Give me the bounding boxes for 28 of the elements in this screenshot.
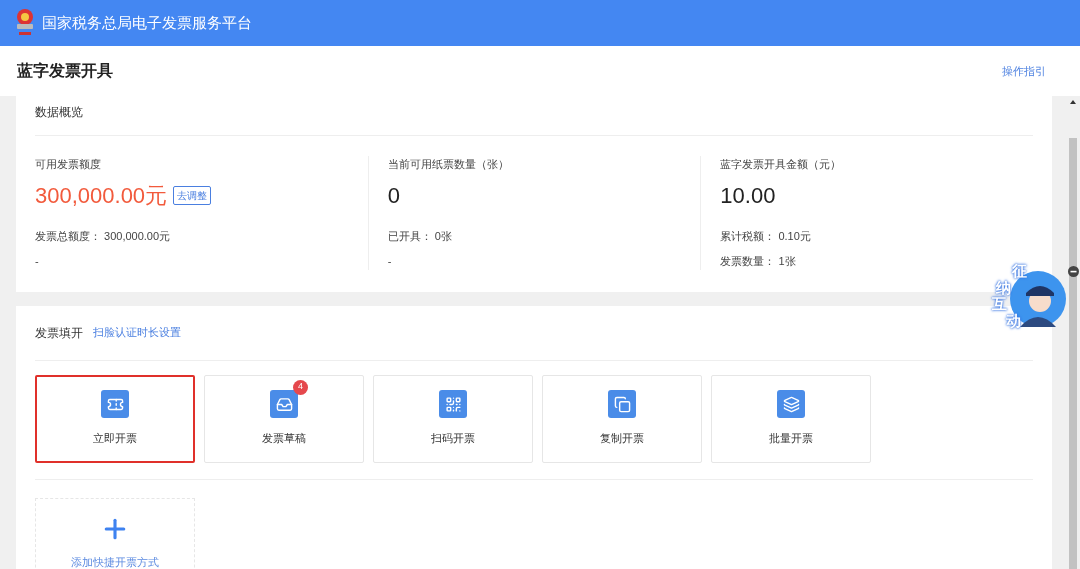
add-shortcut-tile[interactable]: 添加快捷开票方式 bbox=[35, 497, 195, 569]
quick-action-tile[interactable]: 立即开票 bbox=[35, 374, 195, 463]
quick-action-tile[interactable]: 扫码开票 bbox=[373, 374, 533, 463]
stat-detail: 发票总额度： 300,000.00元 bbox=[35, 228, 172, 244]
quick-action-tile[interactable]: 4 发票草稿 bbox=[204, 374, 364, 463]
stat-label: 可用发票额度 bbox=[35, 157, 102, 172]
quick-action-tile[interactable]: 批量开票 bbox=[711, 374, 871, 463]
assistant-widget[interactable]: 征纳互动 bbox=[988, 265, 1068, 341]
stat-value: 10.00 bbox=[720, 181, 776, 210]
stat-detail: - bbox=[387, 254, 393, 269]
page-title: 蓝字发票开具 bbox=[17, 61, 113, 81]
stat-detail: - bbox=[35, 254, 40, 269]
assistant-label: 征纳互动 bbox=[990, 263, 1029, 329]
section-title: 发票填开 bbox=[35, 324, 83, 342]
stat-detail: 已开具： 0张 bbox=[387, 228, 453, 244]
stat-value: 0 bbox=[387, 181, 400, 210]
stat-label: 蓝字发票开具金额（元） bbox=[720, 157, 843, 172]
adjust-button[interactable]: 去调整 bbox=[173, 185, 212, 205]
stat-detail: 累计税额： 0.10元 bbox=[720, 228, 812, 244]
section-title: 数据概览 bbox=[35, 103, 1033, 136]
quick-action-tile[interactable]: 复制开票 bbox=[542, 374, 702, 463]
count-badge: 4 bbox=[293, 379, 308, 395]
stat-label: 当前可用纸票数量（张） bbox=[387, 157, 510, 172]
platform-title: 国家税务总局电子发票服务平台 bbox=[42, 12, 252, 33]
guide-link[interactable]: 操作指引 bbox=[1002, 62, 1046, 80]
stat-value: 300,000.00元 bbox=[35, 181, 168, 210]
stat-detail: 发票数量： 1张 bbox=[720, 254, 797, 269]
face-auth-settings-link[interactable]: 扫脸认证时长设置 bbox=[93, 324, 181, 341]
